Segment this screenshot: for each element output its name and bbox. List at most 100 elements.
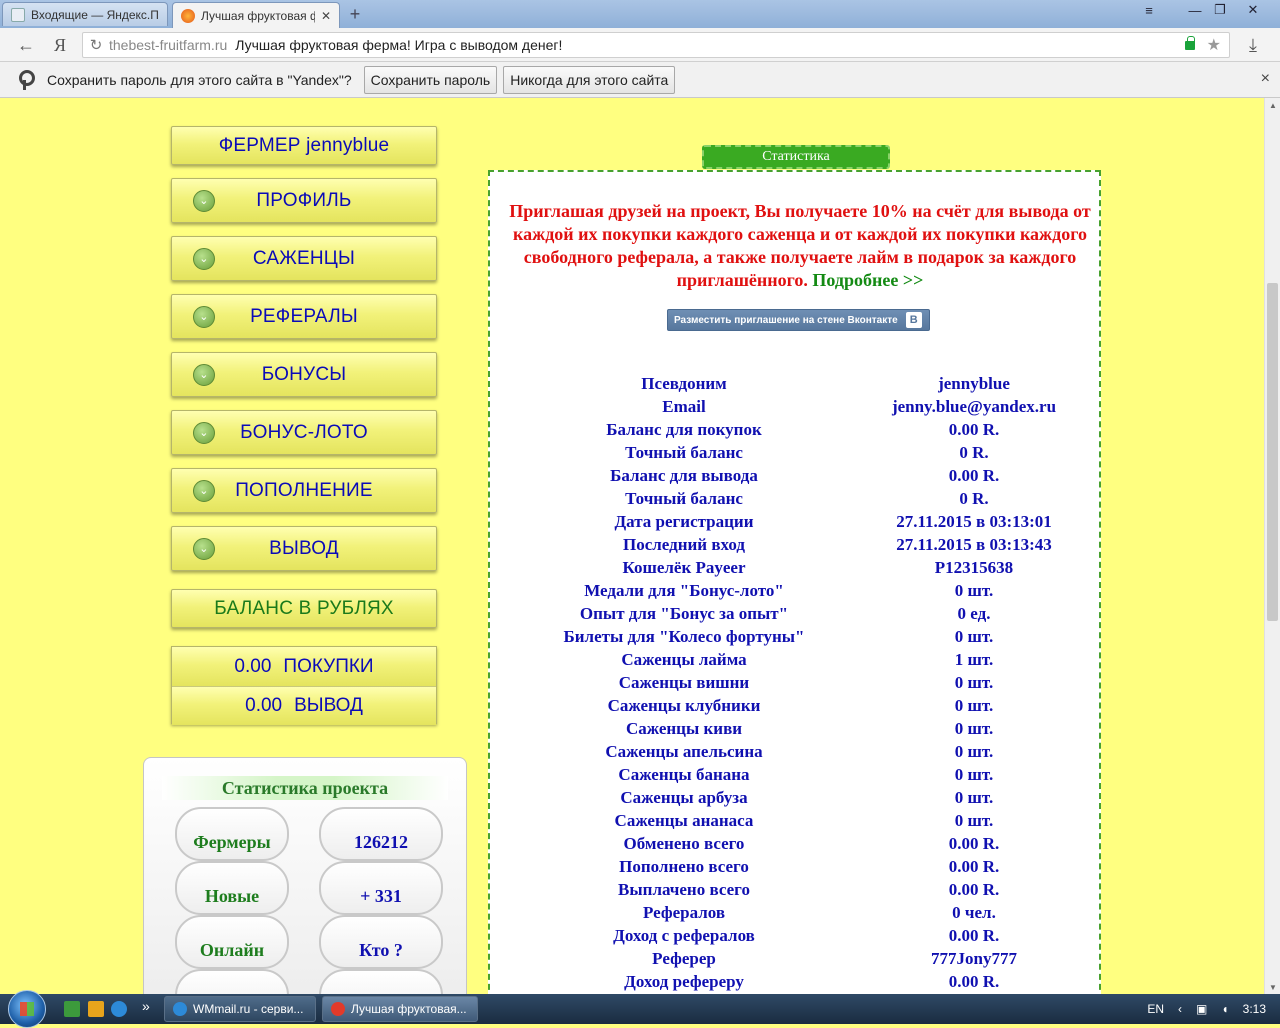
info-row: Реферер 777Jony777	[510, 947, 1090, 970]
project-stats-panel: Статистика проекта Фермеры 126212 Новые …	[143, 757, 467, 994]
info-value: jennyblue	[938, 373, 1010, 393]
info-label: Саженцы ананаса	[614, 810, 754, 830]
menu-label: БОНУСЫ	[261, 363, 347, 385]
close-infobar-icon[interactable]: ×	[1261, 70, 1270, 88]
never-save-button[interactable]: Никогда для этого сайта	[503, 65, 676, 94]
new-tab-button[interactable]: +	[342, 4, 368, 24]
account-info-table: Псевдоним jennyblue Email jenny.blue@yandex…	[510, 372, 1090, 993]
menu-referrals[interactable]: ⌄ РЕФЕРАЛЫ	[171, 294, 437, 339]
info-row: Баланс для вывода 0.00 R.	[510, 464, 1090, 487]
statistics-tab-header: Статистика	[702, 145, 890, 169]
quicklaunch-app-icon[interactable]	[64, 1001, 80, 1017]
maximize-icon[interactable]: ❐	[1207, 0, 1233, 20]
yandex-logo-icon[interactable]: Я	[48, 34, 72, 56]
close-tab-icon[interactable]: ✕	[321, 9, 331, 23]
bookmark-star-icon[interactable]: ★	[1207, 35, 1221, 55]
farmers-label: Фермеры	[175, 807, 289, 861]
browser-menu-icon[interactable]: ≡	[1136, 0, 1162, 20]
reload-icon[interactable]: ↻	[83, 36, 109, 54]
tray-expand-icon[interactable]: ‹	[1178, 1002, 1182, 1016]
mail-icon	[11, 7, 25, 22]
tab-yandex-mail[interactable]: Входящие — Яндекс.Почта	[2, 2, 168, 26]
more-link[interactable]: Подробнее >>	[812, 270, 923, 290]
menu-profile[interactable]: ⌄ ПРОФИЛЬ	[171, 178, 437, 223]
info-label: Доход с рефералов	[613, 925, 755, 945]
info-value: 27.11.2015 в 03:13:01	[896, 511, 1052, 531]
scroll-down-icon[interactable]: ▼	[1265, 980, 1280, 994]
info-value: 0.00 R.	[948, 879, 1000, 899]
system-tray: EN ‹ ▣ ◖ 3:13	[1147, 994, 1280, 1024]
windows-taskbar: » WMmail.ru - серви... Лучшая фруктовая.…	[0, 990, 1280, 1028]
download-icon[interactable]: ⤓	[1240, 34, 1266, 56]
info-value: 0 шт.	[954, 810, 994, 830]
start-button[interactable]	[8, 990, 46, 1028]
language-indicator[interactable]: EN	[1147, 1002, 1164, 1016]
minimize-icon[interactable]: —	[1182, 0, 1208, 20]
info-value: 0 шт.	[954, 741, 994, 761]
balance-title: БАЛАНС В РУБЛЯХ	[171, 589, 437, 628]
scroll-up-icon[interactable]: ▲	[1265, 98, 1280, 112]
info-value: 0 шт.	[954, 718, 994, 738]
balance-purchases-label: ПОКУПКИ	[283, 655, 374, 677]
info-label: Саженцы апельсина	[605, 741, 763, 761]
info-label: Медали для "Бонус-лото"	[584, 580, 784, 600]
info-label: Пополнено всего	[619, 856, 749, 876]
save-password-button[interactable]: Сохранить пароль	[363, 65, 498, 94]
info-label: Билеты для "Колесо фортуны"	[563, 626, 805, 646]
info-row: Саженцы апельсина 0 шт.	[510, 740, 1090, 763]
menu-deposit[interactable]: ⌄ ПОПОЛНЕНИЕ	[171, 468, 437, 513]
info-row: Саженцы банана 0 шт.	[510, 763, 1090, 786]
tab-title: Входящие — Яндекс.Почта	[31, 7, 159, 22]
info-row: Доход рефереру 0.00 R.	[510, 970, 1090, 993]
info-value: P12315638	[934, 557, 1014, 577]
scrollbar-thumb[interactable]	[1267, 283, 1278, 621]
info-row: Выплачено всего 0.00 R.	[510, 878, 1090, 901]
url-field[interactable]: ↻ thebest-fruitfarm.ru Лучшая фруктовая …	[82, 32, 1230, 58]
invite-message: Приглашая друзей на проект, Вы получаете…	[509, 201, 1091, 290]
back-arrow-icon[interactable]: ←	[14, 34, 38, 56]
info-row: Саженцы клубники 0 шт.	[510, 694, 1090, 717]
info-row: Саженцы ананаса 0 шт.	[510, 809, 1090, 832]
vk-share-button[interactable]: Разместить приглашение на стене Вконтакт…	[667, 309, 930, 331]
chevron-right-icon[interactable]: »	[142, 998, 150, 1014]
menu-bonuses[interactable]: ⌄ БОНУСЫ	[171, 352, 437, 397]
info-row: Email jenny.blue@yandex.ru	[510, 395, 1090, 418]
save-password-message: Сохранить пароль для этого сайта в "Yand…	[47, 71, 352, 88]
page-scrollbar[interactable]: ▲ ▼	[1264, 98, 1280, 994]
menu-label: ПОПОЛНЕНИЕ	[235, 479, 373, 501]
menu-withdraw[interactable]: ⌄ ВЫВОД	[171, 526, 437, 571]
menu-bonus-lotto[interactable]: ⌄ БОНУС-ЛОТО	[171, 410, 437, 455]
close-window-icon[interactable]: ✕	[1240, 0, 1266, 20]
clock[interactable]: 3:13	[1243, 1002, 1266, 1016]
info-value: jenny.blue@yandex.ru	[891, 396, 1057, 416]
vk-logo-icon: B	[905, 312, 922, 328]
volume-icon[interactable]: ◖	[1221, 1002, 1228, 1016]
info-value: 0.00 R.	[948, 856, 1000, 876]
network-icon[interactable]: ▣	[1196, 1002, 1207, 1016]
media-player-icon[interactable]	[88, 1001, 104, 1017]
internet-explorer-icon[interactable]	[111, 1001, 127, 1017]
info-label: Баланс для покупок	[606, 419, 762, 439]
info-label: Точный баланс	[625, 442, 743, 462]
lock-icon[interactable]	[1184, 35, 1195, 50]
key-icon	[18, 69, 35, 90]
info-row: Кошелёк Payeer P12315638	[510, 556, 1090, 579]
info-row: Саженцы лайма 1 шт.	[510, 648, 1090, 671]
tab-fruitfarm[interactable]: Лучшая фруктовая ферма ✕	[172, 2, 340, 28]
taskbar-item-wmmail[interactable]: WMmail.ru - серви...	[164, 996, 316, 1022]
online-label: Онлайн	[175, 915, 289, 969]
info-label: Псевдоним	[641, 373, 727, 393]
farmer-name-button[interactable]: ФЕРМЕР jennyblue	[171, 126, 437, 165]
info-label: Реферер	[652, 948, 716, 968]
info-label: Кошелёк Payeer	[622, 557, 746, 577]
save-password-infobar: Сохранить пароль для этого сайта в "Yand…	[0, 62, 1280, 98]
task-label: WMmail.ru - серви...	[193, 1002, 304, 1016]
info-value: 0.00 R.	[948, 833, 1000, 853]
yandex-browser-icon	[331, 1002, 345, 1016]
url-domain: thebest-fruitfarm.ru	[109, 37, 228, 53]
online-who-link[interactable]: Кто ?	[319, 915, 443, 969]
info-row: Точный баланс 0 R.	[510, 487, 1090, 510]
menu-seedlings[interactable]: ⌄ САЖЕНЦЫ	[171, 236, 437, 281]
menu-label: САЖЕНЦЫ	[252, 247, 356, 269]
taskbar-item-fruitfarm[interactable]: Лучшая фруктовая...	[322, 996, 478, 1022]
